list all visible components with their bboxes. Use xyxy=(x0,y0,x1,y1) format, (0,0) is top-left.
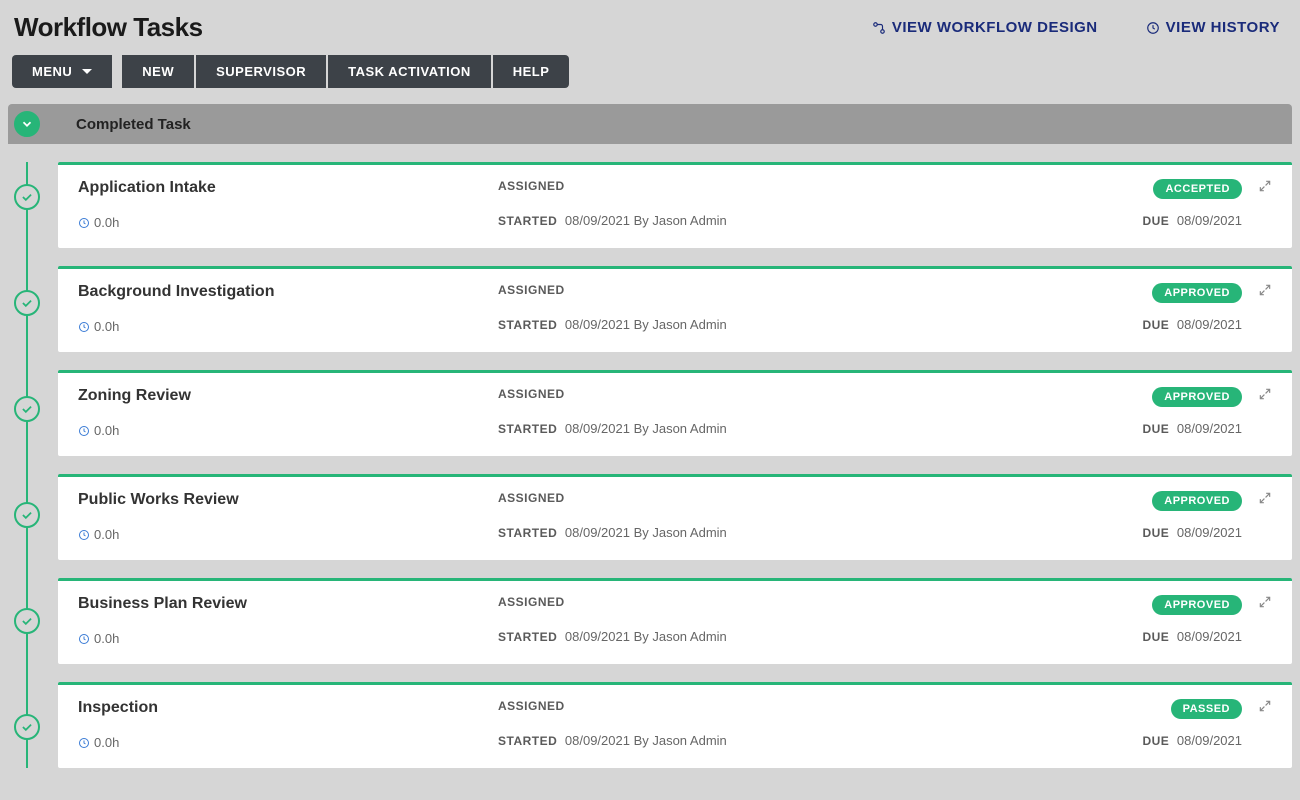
expand-button[interactable] xyxy=(1258,595,1272,614)
section-title: Completed Task xyxy=(76,116,191,133)
task-title: Background Investigation xyxy=(78,283,498,307)
task-duration: 0.0h xyxy=(78,733,498,752)
assigned-label: ASSIGNED xyxy=(498,179,1042,203)
task-duration: 0.0h xyxy=(78,629,498,648)
expand-icon xyxy=(1258,179,1272,193)
status-badge: ACCEPTED xyxy=(1153,179,1242,203)
assigned-label: ASSIGNED xyxy=(498,699,1042,723)
task-marker xyxy=(14,714,40,740)
section-header-completed[interactable]: Completed Task xyxy=(8,104,1292,144)
clock-icon xyxy=(78,633,90,645)
check-icon xyxy=(20,296,34,310)
clock-icon xyxy=(78,321,90,333)
chevron-down-icon xyxy=(82,69,92,74)
header-links: VIEW WORKFLOW DESIGN VIEW HISTORY xyxy=(872,19,1280,36)
section-toggle-marker[interactable] xyxy=(14,111,40,137)
task-duration: 0.0h xyxy=(78,317,498,336)
assigned-label: ASSIGNED xyxy=(498,387,1042,411)
task-started: STARTED 08/09/2021 By Jason Admin xyxy=(498,317,1042,336)
task-due: DUE 08/09/2021 xyxy=(1142,525,1242,544)
task-started: STARTED 08/09/2021 By Jason Admin xyxy=(498,525,1042,544)
menu-button[interactable]: MENU xyxy=(12,55,112,88)
expand-icon xyxy=(1258,699,1272,713)
clock-icon xyxy=(78,217,90,229)
check-icon xyxy=(20,508,34,522)
status-badge: APPROVED xyxy=(1152,387,1242,411)
status-badge: APPROVED xyxy=(1152,491,1242,515)
view-workflow-design-link[interactable]: VIEW WORKFLOW DESIGN xyxy=(872,19,1098,36)
task-activation-button[interactable]: TASK ACTIVATION xyxy=(328,55,491,88)
status-badge: APPROVED xyxy=(1152,595,1242,619)
page-header: Workflow Tasks VIEW WORKFLOW DESIGN VIEW… xyxy=(0,0,1300,51)
clock-icon xyxy=(78,737,90,749)
task-timeline: Application IntakeASSIGNEDACCEPTED0.0hST… xyxy=(8,162,1292,768)
check-icon xyxy=(20,402,34,416)
task-due: DUE 08/09/2021 xyxy=(1142,629,1242,648)
clock-icon xyxy=(78,425,90,437)
expand-icon xyxy=(1258,595,1272,609)
menu-label: MENU xyxy=(32,64,72,79)
task-duration: 0.0h xyxy=(78,213,498,232)
task-title: Public Works Review xyxy=(78,491,498,515)
chevron-down-icon xyxy=(20,117,34,131)
task-marker xyxy=(14,396,40,422)
task-duration: 0.0h xyxy=(78,421,498,440)
task-started: STARTED 08/09/2021 By Jason Admin xyxy=(498,629,1042,648)
assigned-label: ASSIGNED xyxy=(498,283,1042,307)
task-due: DUE 08/09/2021 xyxy=(1142,733,1242,752)
supervisor-button[interactable]: SUPERVISOR xyxy=(196,55,326,88)
expand-button[interactable] xyxy=(1258,179,1272,198)
task-card[interactable]: Application IntakeASSIGNED ACCEPTED 0.0hST… xyxy=(58,162,1292,248)
check-icon xyxy=(20,190,34,204)
task-started: STARTED 08/09/2021 By Jason Admin xyxy=(498,213,1042,232)
toolbar: MENU NEW SUPERVISOR TASK ACTIVATION HELP xyxy=(0,51,1300,104)
task-marker xyxy=(14,290,40,316)
expand-icon xyxy=(1258,491,1272,505)
check-icon xyxy=(20,720,34,734)
expand-button[interactable] xyxy=(1258,699,1272,718)
view-history-label: VIEW HISTORY xyxy=(1166,19,1280,36)
clock-icon xyxy=(1146,21,1160,35)
task-card[interactable]: Background InvestigationASSIGNED APPROVED… xyxy=(58,266,1292,352)
status-badge: PASSED xyxy=(1171,699,1242,723)
expand-button[interactable] xyxy=(1258,283,1272,302)
task-card[interactable]: Public Works ReviewASSIGNED APPROVED 0.0hS… xyxy=(58,474,1292,560)
task-due: DUE 08/09/2021 xyxy=(1142,421,1242,440)
task-card[interactable]: Zoning ReviewASSIGNED APPROVED 0.0hSTARTED… xyxy=(58,370,1292,456)
task-title: Application Intake xyxy=(78,179,498,203)
workflow-icon xyxy=(872,21,886,35)
page-title: Workflow Tasks xyxy=(14,12,203,43)
timeline-line xyxy=(26,162,28,768)
expand-button[interactable] xyxy=(1258,387,1272,406)
task-duration: 0.0h xyxy=(78,525,498,544)
task-title: Business Plan Review xyxy=(78,595,498,619)
status-badge: APPROVED xyxy=(1152,283,1242,307)
expand-button[interactable] xyxy=(1258,491,1272,510)
task-due: DUE 08/09/2021 xyxy=(1142,213,1242,232)
task-marker xyxy=(14,184,40,210)
task-due: DUE 08/09/2021 xyxy=(1142,317,1242,336)
new-button[interactable]: NEW xyxy=(122,55,194,88)
clock-icon xyxy=(78,529,90,541)
view-history-link[interactable]: VIEW HISTORY xyxy=(1146,19,1280,36)
task-card[interactable]: InspectionASSIGNED PASSED 0.0hSTARTED 08/0… xyxy=(58,682,1292,768)
task-started: STARTED 08/09/2021 By Jason Admin xyxy=(498,421,1042,440)
check-icon xyxy=(20,614,34,628)
assigned-label: ASSIGNED xyxy=(498,595,1042,619)
task-started: STARTED 08/09/2021 By Jason Admin xyxy=(498,733,1042,752)
task-marker xyxy=(14,502,40,528)
help-button[interactable]: HELP xyxy=(493,55,570,88)
view-workflow-design-label: VIEW WORKFLOW DESIGN xyxy=(892,19,1098,36)
task-title: Inspection xyxy=(78,699,498,723)
expand-icon xyxy=(1258,387,1272,401)
assigned-label: ASSIGNED xyxy=(498,491,1042,515)
task-card[interactable]: Business Plan ReviewASSIGNED APPROVED 0.0h… xyxy=(58,578,1292,664)
expand-icon xyxy=(1258,283,1272,297)
task-marker xyxy=(14,608,40,634)
task-title: Zoning Review xyxy=(78,387,498,411)
